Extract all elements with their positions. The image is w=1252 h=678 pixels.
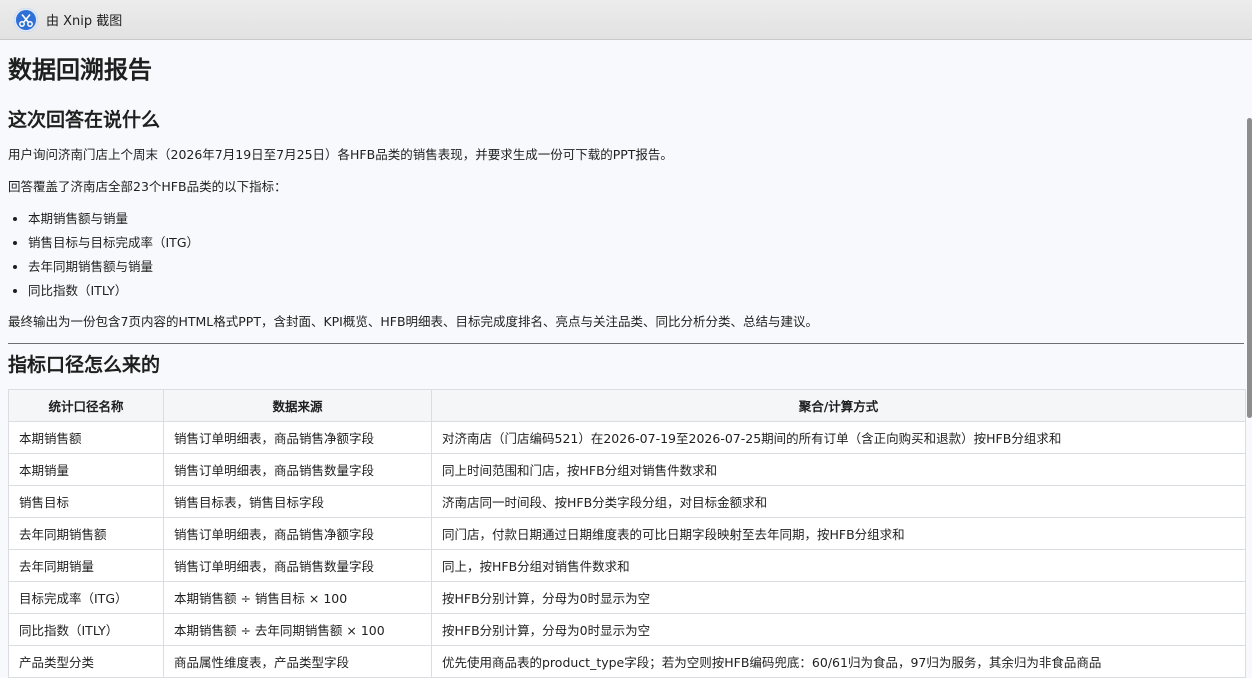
table-row: 同比指数（ITLY） 本期销售额 ÷ 去年同期销售额 × 100 按HFB分别计… [8, 613, 1246, 646]
list-item: 去年同期销售额与销量 [28, 256, 1244, 275]
list-item: 本期销售额与销量 [28, 208, 1244, 227]
cell-source: 销售订单明细表，商品销售数量字段 [163, 453, 432, 486]
summary-paragraph-2: 回答覆盖了济南店全部23个HFB品类的以下指标： [8, 179, 287, 194]
cell-source: 销售目标表，销售目标字段 [163, 485, 432, 518]
cell-metric: 产品类型分类 [8, 645, 164, 678]
column-header-method: 聚合/计算方式 [431, 389, 1246, 422]
report-content: 数据回溯报告 这次回答在说什么 用户询问济南门店上个周末（2026年7月19日至… [0, 40, 1252, 678]
cell-metric: 去年同期销量 [8, 549, 164, 582]
summary-paragraph-1: 用户询问济南门店上个周末（2026年7月19日至7月25日）各HFB品类的销售表… [8, 147, 673, 162]
window-titlebar: 由 Xnip 截图 [0, 0, 1252, 40]
table-row: 去年同期销售额 销售订单明细表，商品销售净额字段 同门店，付款日期通过日期维度表… [8, 517, 1246, 550]
table-row: 销售目标 销售目标表，销售目标字段 济南店同一时间段、按HFB分类字段分组，对目… [8, 485, 1246, 518]
page-title: 数据回溯报告 [8, 56, 152, 84]
table-row: 产品类型分类 商品属性维度表，产品类型字段 优先使用商品表的product_ty… [8, 645, 1246, 678]
cell-method: 同上时间范围和门店，按HFB分组对销售件数求和 [431, 453, 1246, 486]
cell-source: 商品属性维度表，产品类型字段 [163, 645, 432, 678]
cell-metric: 去年同期销售额 [8, 517, 164, 550]
cell-method: 优先使用商品表的product_type字段；若为空则按HFB编码兜底：60/6… [431, 645, 1246, 678]
cell-metric: 目标完成率（ITG） [8, 581, 164, 614]
table-header-row: 统计口径名称 数据来源 聚合/计算方式 [8, 389, 1246, 422]
cell-method: 按HFB分别计算，分母为0时显示为空 [431, 613, 1246, 646]
metrics-definition-table: 统计口径名称 数据来源 聚合/计算方式 本期销售额 销售订单明细表，商品销售净额… [8, 389, 1246, 678]
cell-source: 销售订单明细表，商品销售净额字段 [163, 421, 432, 454]
cell-method: 同上，按HFB分组对销售件数求和 [431, 549, 1246, 582]
cell-metric: 销售目标 [8, 485, 164, 518]
list-item: 销售目标与目标完成率（ITG） [28, 232, 1244, 251]
cell-metric: 本期销售额 [8, 421, 164, 454]
table-row: 目标完成率（ITG） 本期销售额 ÷ 销售目标 × 100 按HFB分别计算，分… [8, 581, 1246, 614]
summary-paragraph-3: 最终输出为一份包含7页内容的HTML格式PPT，含封面、KPI概览、HFB明细表… [8, 314, 819, 329]
vertical-scrollbar[interactable] [1247, 118, 1252, 418]
cell-metric: 本期销量 [8, 453, 164, 486]
metrics-list: 本期销售额与销量 销售目标与目标完成率（ITG） 去年同期销售额与销量 同比指数… [8, 208, 1244, 299]
cell-method: 同门店，付款日期通过日期维度表的可比日期字段映射至去年同期，按HFB分组求和 [431, 517, 1246, 550]
cell-source: 本期销售额 ÷ 销售目标 × 100 [163, 581, 432, 614]
list-item: 同比指数（ITLY） [28, 280, 1244, 299]
cell-source: 本期销售额 ÷ 去年同期销售额 × 100 [163, 613, 432, 646]
section-divider [8, 343, 1244, 344]
cell-method: 济南店同一时间段、按HFB分类字段分组，对目标金额求和 [431, 485, 1246, 518]
table-row: 去年同期销量 销售订单明细表，商品销售数量字段 同上，按HFB分组对销售件数求和 [8, 549, 1246, 582]
column-header-source: 数据来源 [163, 389, 432, 422]
column-header-metric: 统计口径名称 [8, 389, 164, 422]
table-row: 本期销售额 销售订单明细表，商品销售净额字段 对济南店（门店编码521）在202… [8, 421, 1246, 454]
cell-metric: 同比指数（ITLY） [8, 613, 164, 646]
cell-method: 对济南店（门店编码521）在2026-07-19至2026-07-25期间的所有… [431, 421, 1246, 454]
cell-source: 销售订单明细表，商品销售数量字段 [163, 549, 432, 582]
section-heading-metrics: 指标口径怎么来的 [8, 354, 161, 376]
cell-method: 按HFB分别计算，分母为0时显示为空 [431, 581, 1246, 614]
window-title: 由 Xnip 截图 [46, 14, 123, 29]
xnip-scissors-icon [14, 7, 38, 32]
cell-source: 销售订单明细表，商品销售净额字段 [163, 517, 432, 550]
table-row: 本期销量 销售订单明细表，商品销售数量字段 同上时间范围和门店，按HFB分组对销… [8, 453, 1246, 486]
section-heading-summary: 这次回答在说什么 [8, 109, 161, 131]
